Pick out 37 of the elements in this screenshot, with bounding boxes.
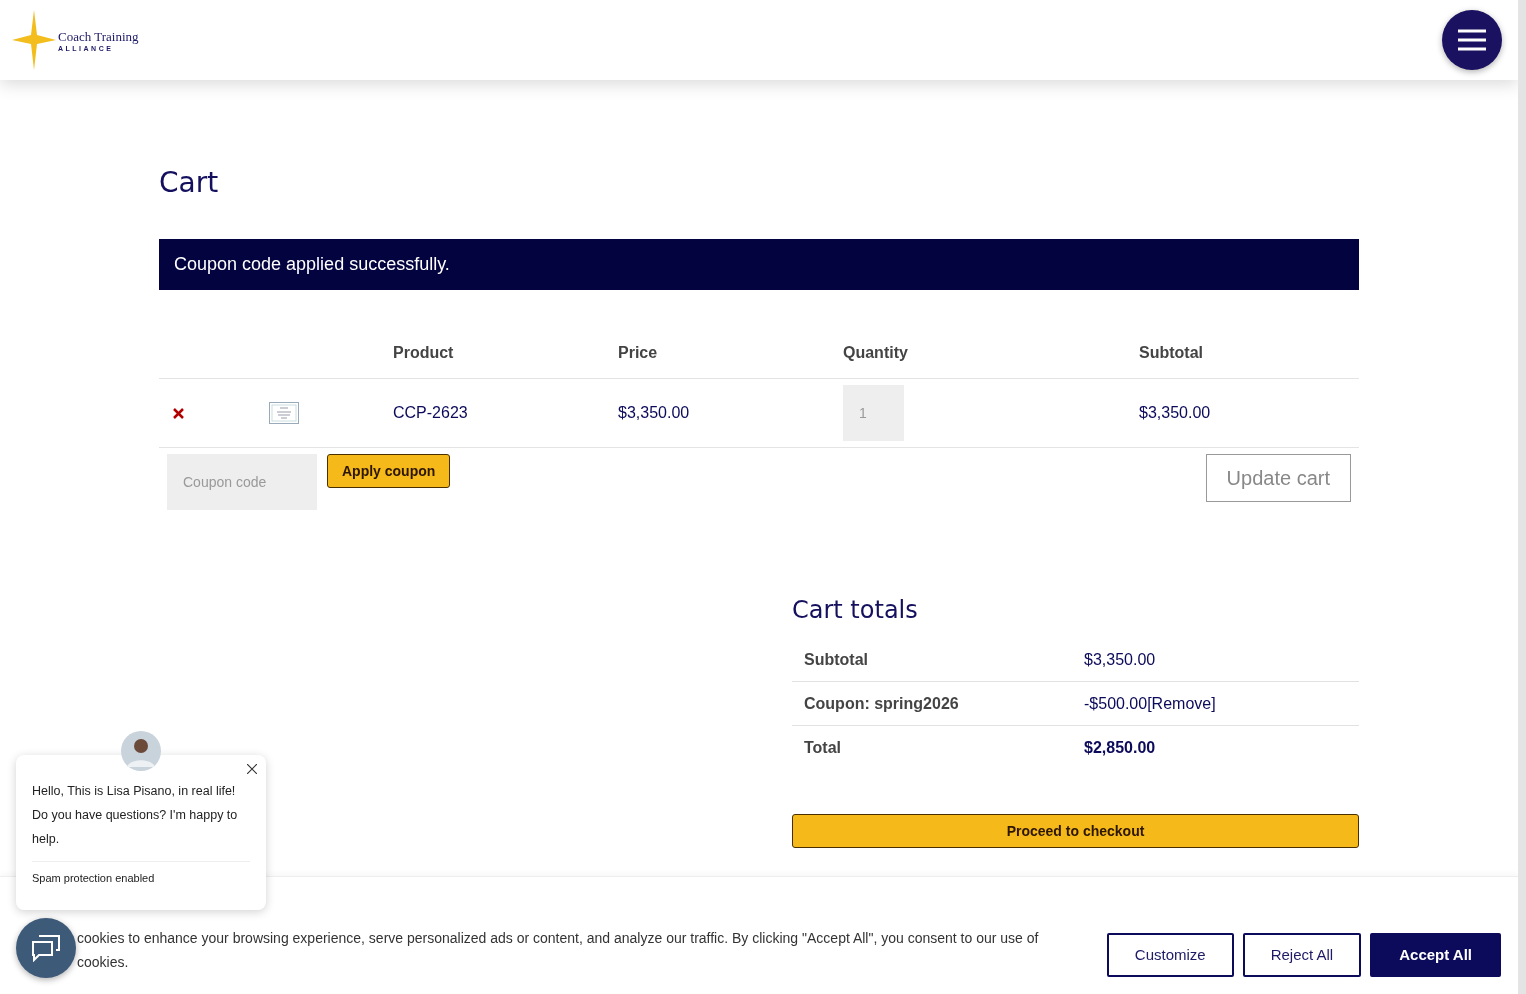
column-header: Product — [393, 344, 454, 362]
column-header: Quantity — [843, 344, 908, 362]
menu-button[interactable] — [1442, 10, 1502, 70]
cookie-option-button[interactable]: Reject All — [1242, 932, 1362, 977]
close-icon — [173, 407, 184, 419]
totals-label: Subtotal — [803, 650, 869, 669]
cookie-option-button[interactable]: Customize — [1106, 932, 1234, 977]
product-link[interactable]: CCP-2623 — [393, 404, 468, 422]
chat-icon — [31, 934, 61, 962]
totals-value: $2,850.00 — [1084, 738, 1156, 756]
checkout-button[interactable]: Proceed to checkout — [792, 814, 1359, 848]
coupon-field[interactable]: Coupon code — [167, 454, 317, 510]
notice-text: Coupon code applied successfully. — [174, 254, 450, 275]
totals-value: $3,350.00 — [1084, 650, 1156, 668]
certificate-thumbnail-icon — [269, 402, 299, 424]
page-title: Cart — [159, 166, 220, 199]
logo-title: Coach Training — [58, 28, 139, 45]
totals-value: -$500.00 — [1084, 694, 1148, 712]
chat-message: Hello, This is Lisa Pisano, in real life! Do you have questions? I'm happy to help. — [32, 779, 250, 862]
spam-notice: Spam protection enabled — [32, 872, 156, 884]
subtotal-cell: $3,350.00 — [1139, 404, 1211, 422]
totals-label: Coupon: spring2026 — [803, 694, 960, 713]
remove-coupon-link[interactable]: [Remove] — [1147, 694, 1216, 712]
avatar-icon — [121, 731, 161, 771]
totals-label: Total — [803, 738, 843, 757]
column-header: Subtotal — [1139, 344, 1203, 362]
menu-icon — [1458, 29, 1486, 51]
close-button[interactable] — [247, 764, 257, 774]
close-icon — [247, 764, 257, 774]
remove-item-button[interactable] — [173, 407, 184, 419]
price-cell: $3,350.00 — [618, 404, 690, 422]
apply-coupon-button[interactable]: Apply coupon — [327, 454, 451, 488]
cookie-text: cookies to enhance your browsing experience, serve personalized ads or content, and analyze our traffic. By clicking "Accept All", you consent to our use of cookies. — [77, 928, 1040, 972]
update-cart-button[interactable]: Update cart — [1205, 454, 1351, 502]
cart-totals-title: Cart totals — [792, 596, 919, 624]
accept-button[interactable]: Accept All — [1370, 932, 1501, 977]
column-header: Price — [618, 344, 658, 362]
